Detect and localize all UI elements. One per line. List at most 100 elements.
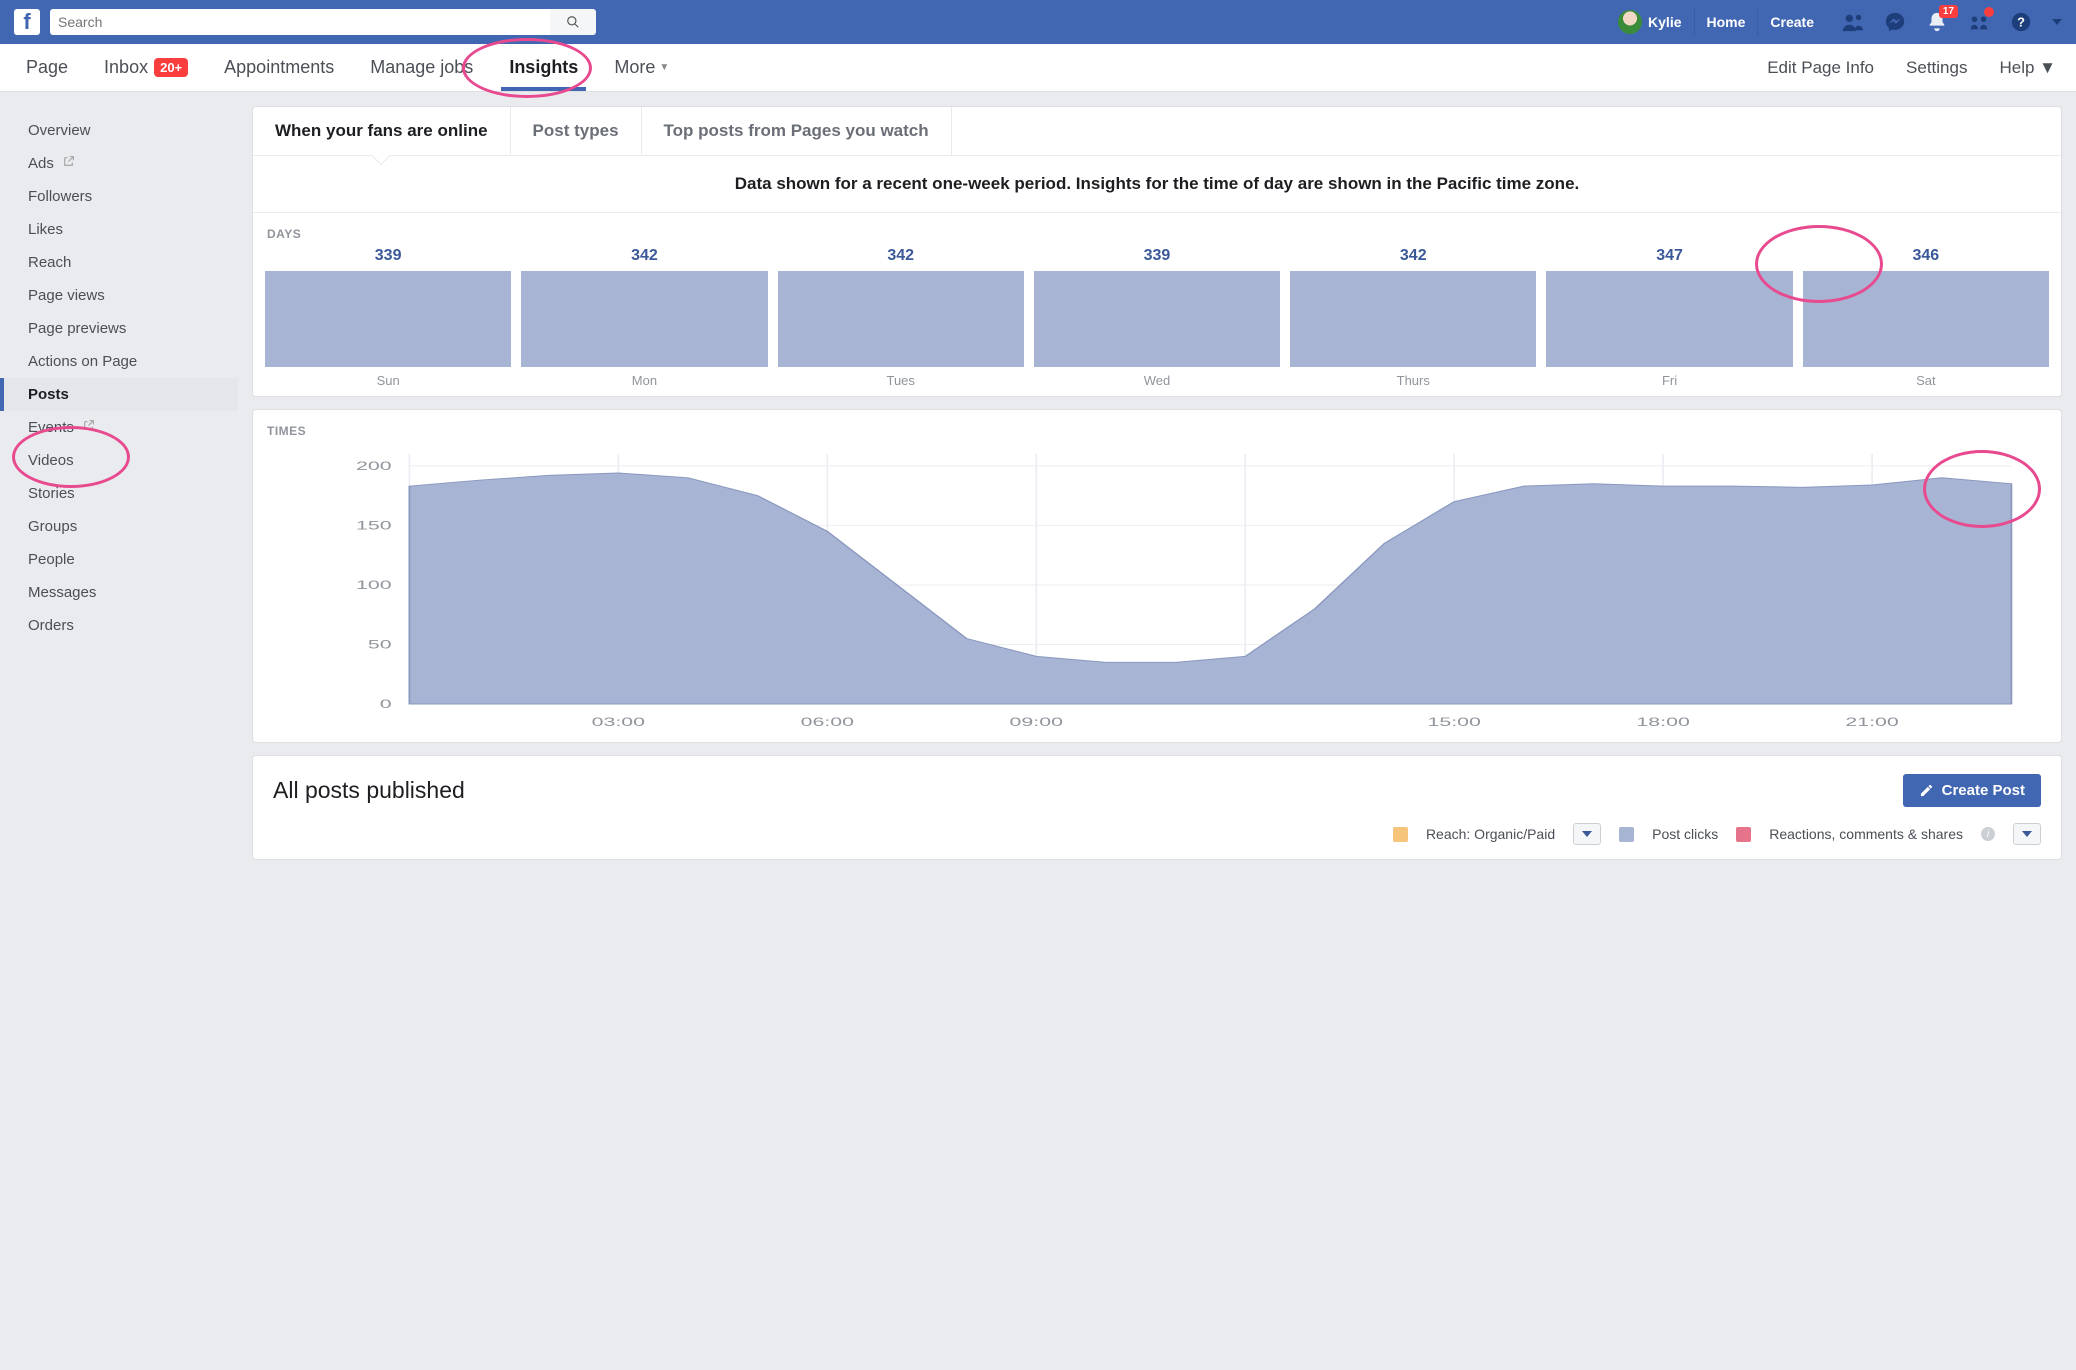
sidebar: OverviewAdsFollowersLikesReach Page views… — [0, 92, 238, 870]
sidebar-item-people[interactable]: People — [0, 543, 238, 576]
external-link-icon — [82, 419, 95, 436]
svg-text:?: ? — [2017, 15, 2025, 30]
search-button[interactable] — [550, 9, 596, 35]
profile-link[interactable]: Kylie — [1618, 10, 1693, 34]
pagenav-label: Insights — [509, 57, 578, 78]
pencil-icon — [1919, 783, 1934, 798]
content-tab-when-your-fans-are-online[interactable]: When your fans are online — [253, 107, 511, 155]
day-bar — [1290, 271, 1536, 367]
search-icon — [566, 15, 580, 29]
times-chart: 05010015020003:0006:0009:0015:0018:0021:… — [267, 444, 2047, 734]
pagenav-label: More — [614, 57, 655, 78]
sidebar-item-label: Page previews — [28, 320, 126, 337]
caret-down-icon: ▼ — [659, 62, 669, 73]
account-menu-caret-icon[interactable] — [2052, 19, 2062, 25]
pagenav-appointments[interactable]: Appointments — [206, 44, 352, 91]
day-label: Sat — [1803, 373, 2049, 388]
day-label: Fri — [1546, 373, 1792, 388]
sidebar-item-likes[interactable]: Likes — [0, 213, 238, 246]
main: When your fans are onlinePost typesTop p… — [238, 92, 2076, 870]
times-label: TIMES — [253, 410, 2061, 444]
day-value: 347 — [1546, 247, 1792, 265]
create-post-button[interactable]: Create Post — [1903, 774, 2041, 807]
sidebar-item-reach[interactable]: Reach — [0, 246, 238, 279]
day-label: Sun — [265, 373, 511, 388]
pagenav-right-edit-page-info[interactable]: Edit Page Info — [1767, 58, 1874, 78]
pagenav-label: Page — [26, 57, 68, 78]
sidebar-item-followers[interactable]: Followers — [0, 180, 238, 213]
reach-swatch — [1393, 827, 1408, 842]
search-input[interactable] — [50, 9, 550, 35]
pagenav-insights[interactable]: Insights — [491, 44, 596, 91]
pagenav-page[interactable]: Page — [8, 44, 86, 91]
content-tab-post-types[interactable]: Post types — [511, 107, 642, 155]
facebook-logo-icon[interactable]: f — [14, 9, 40, 35]
help-icon[interactable]: ? — [2010, 11, 2032, 33]
quick-help-icon[interactable] — [1968, 11, 1990, 33]
svg-text:0: 0 — [380, 697, 392, 711]
day-value: 342 — [521, 247, 767, 265]
sidebar-item-label: Posts — [28, 386, 69, 403]
sidebar-item-groups[interactable]: Groups — [0, 510, 238, 543]
pagenav-inbox[interactable]: Inbox20+ — [86, 44, 206, 91]
svg-text:15:00: 15:00 — [1427, 715, 1480, 729]
sidebar-item-overview[interactable]: Overview — [0, 114, 238, 147]
sidebar-item-actions-on-page[interactable]: Actions on Page — [0, 345, 238, 378]
day-bar — [778, 271, 1024, 367]
create-link[interactable]: Create — [1757, 8, 1826, 36]
notifications-icon[interactable]: 17 — [1926, 11, 1948, 33]
notifications-badge: 17 — [1939, 5, 1958, 18]
friend-requests-icon[interactable] — [1842, 11, 1864, 33]
pagenav-right-help[interactable]: Help ▼ — [1999, 58, 2056, 78]
messenger-icon[interactable] — [1884, 11, 1906, 33]
content-tab-top-posts-from-pages-you-watch[interactable]: Top posts from Pages you watch — [642, 107, 952, 155]
pagenav-manage-jobs[interactable]: Manage jobs — [352, 44, 491, 91]
day-col-mon[interactable]: 342Mon — [521, 247, 767, 388]
svg-text:03:00: 03:00 — [592, 715, 645, 729]
pagenav-label: Inbox — [104, 57, 148, 78]
sidebar-item-label: Videos — [28, 452, 74, 469]
pagenav-label: Manage jobs — [370, 57, 473, 78]
sidebar-item-messages[interactable]: Messages — [0, 576, 238, 609]
sidebar-item-videos[interactable]: Videos — [0, 444, 238, 477]
day-bar — [1034, 271, 1280, 367]
day-bar — [1803, 271, 2049, 367]
day-bar — [521, 271, 767, 367]
legend-reach-label: Reach: Organic/Paid — [1426, 826, 1555, 842]
sidebar-item-events[interactable]: Events — [0, 411, 238, 444]
day-col-sat[interactable]: 346Sat — [1803, 247, 2049, 388]
sidebar-item-page-views[interactable]: Page views — [0, 279, 238, 312]
sidebar-item-label: Page views — [28, 287, 105, 304]
svg-text:50: 50 — [368, 637, 392, 651]
sidebar-item-ads[interactable]: Ads — [0, 147, 238, 180]
svg-text:100: 100 — [356, 578, 392, 592]
layout: OverviewAdsFollowersLikesReach Page views… — [0, 92, 2076, 870]
profile-name: Kylie — [1648, 14, 1681, 30]
timeframe-note: Data shown for a recent one-week period.… — [253, 156, 2061, 213]
sidebar-item-stories[interactable]: Stories — [0, 477, 238, 510]
day-col-fri[interactable]: 347 Fri — [1546, 247, 1792, 388]
sidebar-item-label: Messages — [28, 584, 96, 601]
pagenav-right-settings[interactable]: Settings — [1906, 58, 1967, 78]
sidebar-item-page-previews[interactable]: Page previews — [0, 312, 238, 345]
sidebar-item-orders[interactable]: Orders — [0, 609, 238, 642]
caret-down-icon: ▼ — [2034, 58, 2056, 77]
svg-text:150: 150 — [356, 518, 392, 532]
day-col-sun[interactable]: 339Sun — [265, 247, 511, 388]
engagement-dropdown[interactable] — [2013, 823, 2041, 845]
top-icons: 17 ? — [1842, 11, 2062, 33]
home-link[interactable]: Home — [1694, 8, 1758, 36]
day-value: 339 — [1034, 247, 1280, 265]
reach-dropdown[interactable] — [1573, 823, 1601, 845]
day-col-tues[interactable]: 342Tues — [778, 247, 1024, 388]
day-col-thurs[interactable]: 342Thurs — [1290, 247, 1536, 388]
pagenav-more[interactable]: More ▼ — [596, 44, 687, 91]
svg-text:09:00: 09:00 — [1010, 715, 1063, 729]
times-card: TIMES 05010015020003:0006:0009:0015:0018… — [252, 409, 2062, 743]
day-label: Thurs — [1290, 373, 1536, 388]
sidebar-item-posts[interactable]: Posts — [0, 378, 238, 411]
svg-text:200: 200 — [356, 459, 392, 473]
day-bar — [265, 271, 511, 367]
day-col-wed[interactable]: 339Wed — [1034, 247, 1280, 388]
content-tabs: When your fans are onlinePost typesTop p… — [253, 107, 2061, 156]
